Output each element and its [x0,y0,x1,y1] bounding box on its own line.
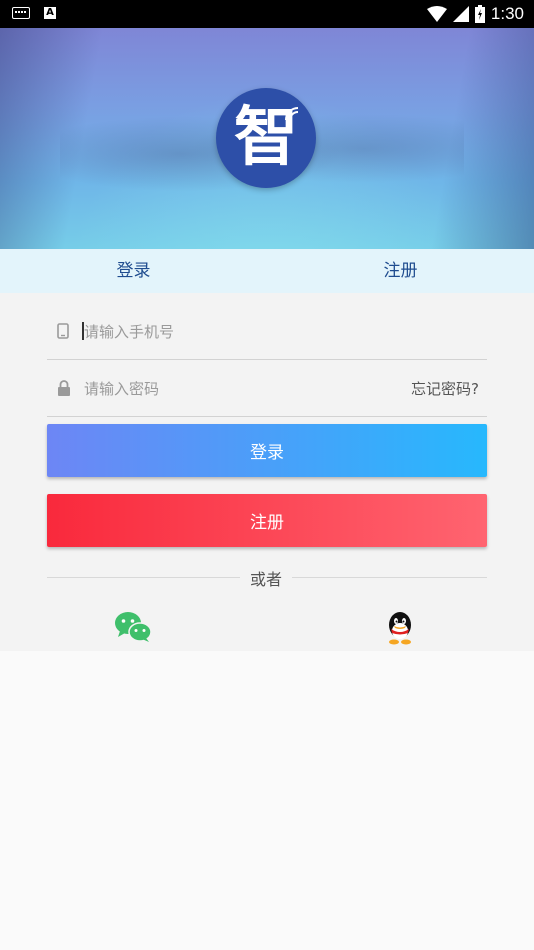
divider-line [292,577,487,578]
divider-line [47,577,240,578]
password-field: 忘记密码? [47,360,487,417]
login-form: 忘记密码? 登录 注册 或者 [0,293,534,651]
qq-icon[interactable] [385,611,415,645]
phone-icon [57,323,69,339]
forgot-password-link[interactable]: 忘记密码? [411,378,479,399]
divider-text: 或者 [249,570,282,589]
phone-field [47,303,487,360]
a-notification-icon: A [44,7,56,19]
tab-bar: 登录 注册 [0,249,534,293]
signal-wave-icon [285,107,299,121]
keyboard-icon [12,7,30,19]
signal-icon [452,6,469,22]
lock-icon [58,380,70,396]
tab-register[interactable]: 注册 [267,249,534,293]
header-banner: 智 [0,28,534,249]
battery-icon [474,5,485,23]
register-button[interactable]: 注册 [47,494,487,547]
phone-input[interactable] [82,317,386,347]
app-logo: 智 [216,88,316,188]
login-button[interactable]: 登录 [47,424,487,477]
status-time: 1:30 [490,4,524,23]
text-cursor [82,322,84,340]
tab-login[interactable]: 登录 [0,249,267,293]
wifi-icon [426,6,447,22]
status-bar: A 1:30 [0,0,534,28]
wechat-icon[interactable] [114,611,152,643]
password-input[interactable] [82,374,386,404]
